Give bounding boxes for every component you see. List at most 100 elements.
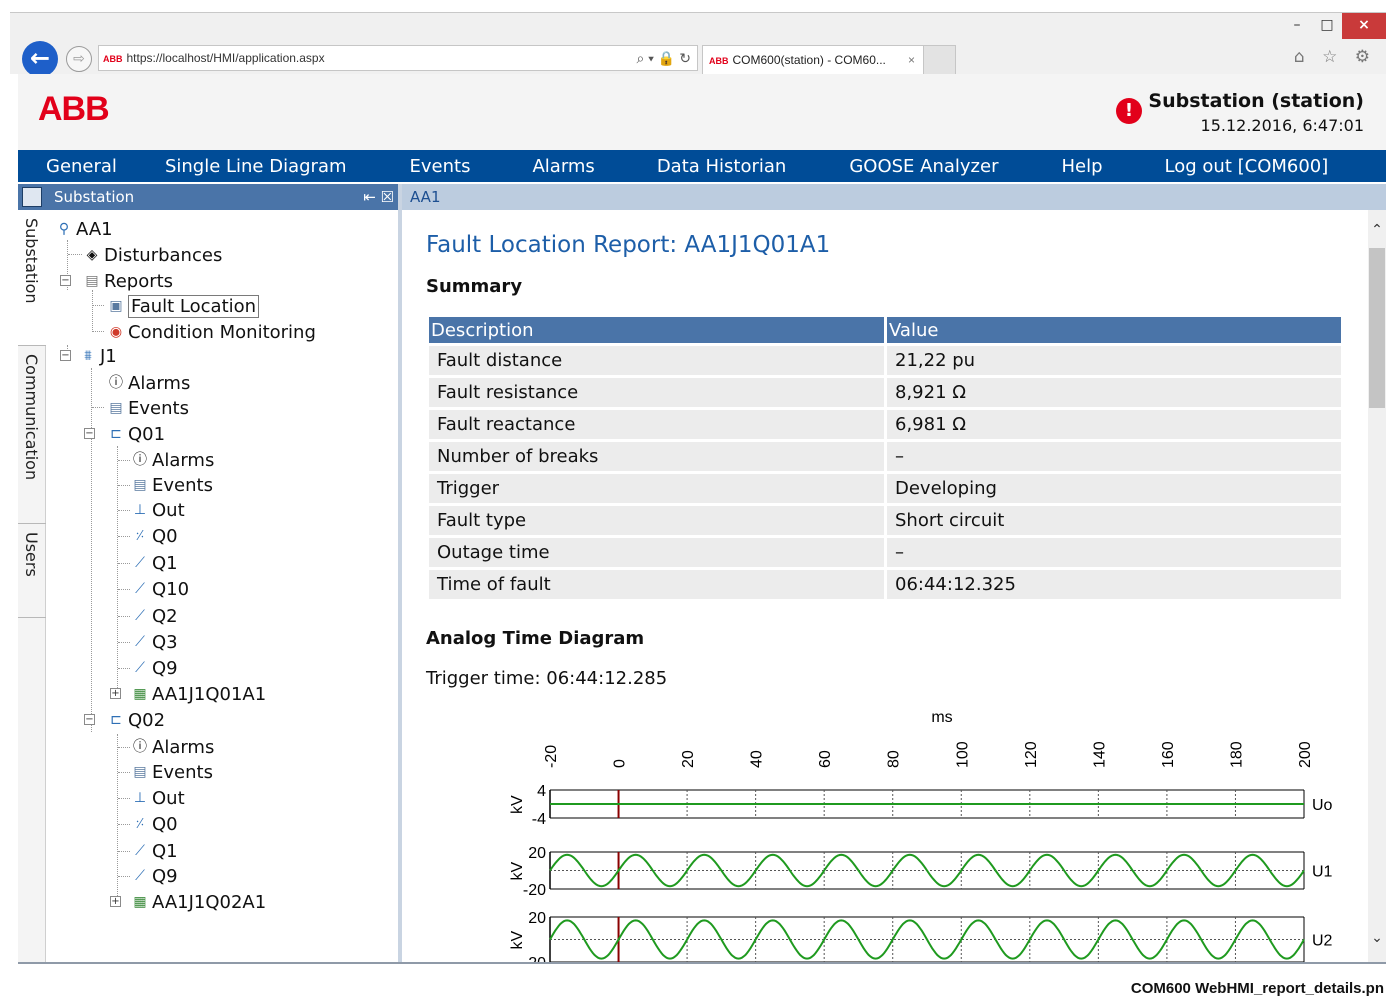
tree-node-aa1j1q02a1[interactable]: ▦ AA1J1Q02A1	[130, 890, 266, 914]
tree-node-aa1[interactable]: ⚲ AA1	[54, 217, 113, 241]
table-header-row: Description Value	[429, 317, 1341, 343]
expand-aa1j1q01a1-icon[interactable]: +	[110, 688, 121, 699]
tree-node-condition-monitoring[interactable]: ◉ Condition Monitoring	[106, 320, 316, 344]
new-tab-button[interactable]	[924, 45, 956, 75]
address-bar-icons[interactable]: ⌕ ▾ 🔒 ↻	[636, 46, 691, 70]
window-bottom-border	[18, 962, 1386, 964]
tree-node-q02-q0[interactable]: ⸓ Q0	[130, 812, 177, 836]
toolbar-icons[interactable]: ⌂ ☆ ⚙	[1294, 47, 1376, 67]
menu-single-line-diagram[interactable]: Single Line Diagram	[117, 156, 347, 177]
tree-node-disturbances[interactable]: ◈ Disturbances	[82, 243, 223, 267]
tree-node-q01-out[interactable]: ⊥ Out	[130, 498, 185, 522]
collapse-j1-icon[interactable]: −	[60, 350, 71, 361]
tab-substation[interactable]: Substation	[18, 210, 46, 346]
back-arrow-icon[interactable]: ←	[22, 41, 58, 77]
forward-arrow-icon[interactable]: ⇨	[66, 46, 92, 72]
menu-alarms[interactable]: Alarms	[470, 156, 594, 177]
tree-node-q01-events[interactable]: ▤ Events	[130, 473, 213, 497]
menu-general[interactable]: General	[18, 156, 117, 177]
row-description: Fault resistance	[429, 378, 884, 407]
tab-substation-label: Substation	[22, 218, 41, 304]
tree-node-j1[interactable]: ⩩ J1	[78, 344, 117, 368]
scroll-up-icon[interactable]: ⌃	[1368, 222, 1386, 238]
tree-node-j1-events[interactable]: ▤ Events	[106, 396, 189, 420]
station-datetime: 15.12.2016, 6:47:01	[1200, 116, 1364, 135]
address-bar[interactable]: ABB https://localhost/HMI/application.asp…	[98, 45, 698, 71]
tree-node-label: Alarms	[152, 449, 215, 471]
abb-logo: ABB	[38, 90, 110, 128]
scroll-thumb[interactable]	[1369, 248, 1385, 408]
sidebar-panel-header: Substation ⇤ ☒	[18, 184, 398, 210]
close-window-button[interactable]: ×	[1342, 13, 1386, 39]
main-menu: General Single Line Diagram Events Alarm…	[18, 150, 1386, 182]
tree-node-q1[interactable]: ⟋ Q1	[130, 551, 178, 575]
tree-node-q2[interactable]: ⟋ Q2	[130, 604, 178, 628]
tree-node-q02-alarms[interactable]: ⓘ Alarms	[130, 735, 214, 759]
switch-icon: ⟋	[135, 555, 145, 571]
table-row: Fault resistance 8,921 Ω	[429, 378, 1341, 407]
menu-events[interactable]: Events	[347, 156, 471, 177]
tab-close-icon[interactable]: ×	[908, 46, 915, 74]
menu-data-historian[interactable]: Data Historian	[595, 156, 787, 177]
tree-node-label: Out	[152, 787, 185, 809]
tree-node-j1-alarms[interactable]: ⓘ Alarms	[106, 371, 190, 395]
tree-node-q9[interactable]: ⟋ Q9	[130, 656, 178, 680]
table-row: Number of breaks –	[429, 442, 1341, 471]
tab-logo-icon: ABB	[709, 56, 729, 66]
tree-node-label: Q01	[128, 423, 166, 445]
tree-node-q02-q1[interactable]: ⟋ Q1	[130, 839, 178, 863]
switch-icon: ⟋	[135, 660, 145, 676]
row-description: Fault type	[429, 506, 884, 535]
tree-node-q3[interactable]: ⟋ Q3	[130, 630, 178, 654]
menu-logout[interactable]: Log out [COM600]	[1103, 156, 1329, 177]
window-controls: – □ ×	[1282, 13, 1386, 39]
tree-node-q02-events[interactable]: ▤ Events	[130, 760, 213, 784]
panel-pin-close-icons[interactable]: ⇤ ☒	[363, 184, 394, 210]
tree-node-fault-location[interactable]: ▣ Fault Location	[106, 294, 260, 318]
tree-node-q0[interactable]: ⸓ Q0	[130, 524, 177, 548]
switch-icon: ⟋	[135, 843, 145, 859]
maximize-button[interactable]: □	[1312, 13, 1342, 39]
tree-node-label: Condition Monitoring	[128, 321, 316, 343]
tree-node-aa1j1q01a1[interactable]: ▦ AA1J1Q01A1	[130, 682, 266, 706]
row-description: Time of fault	[429, 570, 884, 599]
tree-node-q01[interactable]: ⊏ Q01	[106, 422, 165, 446]
tree-node-q02-q9[interactable]: ⟋ Q9	[130, 864, 178, 888]
menu-help[interactable]: Help	[998, 156, 1102, 177]
breadcrumb[interactable]: AA1	[402, 184, 1386, 210]
x-axis-label: ms	[931, 709, 952, 726]
alarm-icon: ⓘ	[109, 375, 123, 391]
row-description: Trigger	[429, 474, 884, 503]
column-header-value: Value	[887, 317, 1341, 343]
y-tick-label: -4	[532, 811, 546, 828]
tree-node-q10[interactable]: ⟋ Q10	[130, 577, 189, 601]
row-description: Number of breaks	[429, 442, 884, 471]
menu-goose-analyzer[interactable]: GOOSE Analyzer	[786, 156, 998, 177]
scroll-down-icon[interactable]: ⌄	[1368, 930, 1386, 946]
minimize-button[interactable]: –	[1282, 13, 1312, 39]
x-tick-label: 120	[1023, 741, 1040, 768]
tree-node-reports[interactable]: ▤ Reports	[82, 269, 173, 293]
collapse-q01-icon[interactable]: −	[84, 428, 95, 439]
y-axis-unit-label: kV	[509, 862, 526, 881]
tree-node-q02-out[interactable]: ⊥ Out	[130, 786, 185, 810]
tab-users[interactable]: Users	[18, 524, 46, 618]
row-value: –	[887, 442, 1341, 471]
switch-icon: ⟋	[135, 608, 145, 624]
tree-node-label: Alarms	[152, 736, 215, 758]
series-label: U1	[1312, 864, 1333, 881]
row-value: Developing	[887, 474, 1341, 503]
collapse-q02-icon[interactable]: −	[84, 714, 95, 725]
switch-icon: ⟋	[135, 581, 145, 597]
collapse-reports-icon[interactable]: −	[60, 275, 71, 286]
expand-aa1j1q02a1-icon[interactable]: +	[110, 896, 121, 907]
content-scrollbar[interactable]: ⌃ ⌄	[1368, 210, 1386, 962]
x-tick-label: 80	[886, 750, 903, 768]
tab-communication[interactable]: Communication	[18, 346, 46, 524]
alarm-indicator-icon[interactable]: !	[1116, 98, 1142, 124]
tree-node-q02[interactable]: ⊏ Q02	[106, 708, 165, 732]
tree-node-q01-alarms[interactable]: ⓘ Alarms	[130, 448, 214, 472]
x-tick-label: -20	[543, 745, 560, 768]
switch-icon: ⟋	[135, 868, 145, 884]
browser-tab[interactable]: ABB COM600(station) - COM60... ×	[702, 45, 924, 75]
